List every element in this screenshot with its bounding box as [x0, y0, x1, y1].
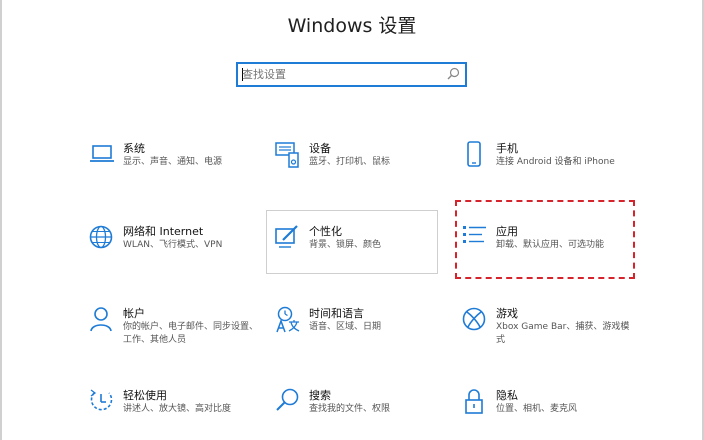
- tile-system-desc: 显示、声音、通知、电源: [123, 157, 223, 167]
- time-language-icon: [276, 306, 300, 333]
- tile-phone-desc: 连接 Android 设备和 iPhone: [496, 157, 615, 167]
- search-box[interactable]: [236, 62, 467, 87]
- tile-phone-label: 手机: [496, 142, 518, 155]
- tile-apps-desc: 卸载、默认应用、可选功能: [496, 240, 605, 250]
- laptop-icon: [90, 145, 114, 162]
- tile-search-label: 搜索: [309, 389, 331, 402]
- tile-ease-of-access-desc: 讲述人、放大镜、高对比度: [123, 404, 232, 414]
- tile-gaming[interactable]: 游戏 Xbox Game Bar、捕获、游戏模式: [462, 304, 634, 370]
- tile-time-language-label: 时间和语言: [309, 307, 364, 320]
- xbox-icon: [462, 307, 486, 331]
- tile-devices-desc: 蓝牙、打印机、鼠标: [309, 157, 391, 167]
- tile-phone[interactable]: 手机 连接 Android 设备和 iPhone: [462, 139, 634, 205]
- tile-network[interactable]: 网络和 Internet WLAN、飞行模式、VPN: [89, 222, 261, 288]
- tile-ease-of-access-label: 轻松使用: [123, 389, 167, 402]
- tile-system-label: 系统: [123, 142, 145, 155]
- tile-network-label: 网络和 Internet: [123, 225, 204, 238]
- tile-privacy-label: 隐私: [496, 389, 518, 402]
- tile-personalization[interactable]: 个性化 背景、锁屏、颜色: [275, 222, 447, 288]
- tile-personalization-desc: 背景、锁屏、颜色: [309, 240, 382, 250]
- tile-gaming-desc: Xbox Game Bar、捕获、游戏模式: [496, 322, 630, 345]
- ease-of-access-icon: [90, 389, 113, 411]
- tile-apps-label: 应用: [496, 225, 518, 238]
- tile-privacy[interactable]: 隐私 位置、相机、麦克风: [462, 386, 634, 440]
- tile-time-language-desc: 语音、区域、日期: [309, 322, 382, 332]
- page-title: Windows 设置: [287, 15, 417, 37]
- tile-devices[interactable]: 设备 蓝牙、打印机、鼠标: [275, 139, 447, 205]
- devices-icon: [275, 142, 299, 168]
- tile-accounts-label: 帐户: [123, 307, 145, 320]
- tile-accounts-desc: 你的帐户、电子邮件、同步设置、工作、其他人员: [123, 322, 259, 345]
- tile-network-desc: WLAN、飞行模式、VPN: [123, 240, 223, 250]
- tile-system[interactable]: 系统 显示、声音、通知、电源: [89, 139, 261, 205]
- tile-search[interactable]: 搜索 查找我的文件、权限: [275, 386, 447, 440]
- globe-icon: [89, 225, 113, 249]
- lock-icon: [465, 389, 483, 414]
- apps-list-icon: [463, 226, 486, 243]
- tile-apps[interactable]: 应用 卸载、默认应用、可选功能: [462, 222, 634, 288]
- phone-icon: [467, 141, 481, 167]
- search-icon[interactable]: [446, 67, 460, 81]
- tile-search-desc: 查找我的文件、权限: [309, 404, 391, 414]
- window-border-left: [0, 0, 2, 440]
- tile-gaming-label: 游戏: [496, 307, 518, 320]
- paint-icon: [275, 225, 298, 248]
- tile-ease-of-access[interactable]: 轻松使用 讲述人、放大镜、高对比度: [89, 386, 261, 440]
- tile-time-language[interactable]: 时间和语言 语音、区域、日期: [275, 304, 447, 370]
- tile-privacy-desc: 位置、相机、麦克风: [496, 404, 578, 414]
- tile-personalization-label: 个性化: [309, 225, 342, 238]
- tile-accounts[interactable]: 帐户 你的帐户、电子邮件、同步设置、工作、其他人员: [89, 304, 261, 370]
- search-input[interactable]: [242, 66, 442, 83]
- person-icon: [90, 307, 112, 332]
- tile-devices-label: 设备: [309, 142, 331, 155]
- search-icon: [276, 388, 299, 411]
